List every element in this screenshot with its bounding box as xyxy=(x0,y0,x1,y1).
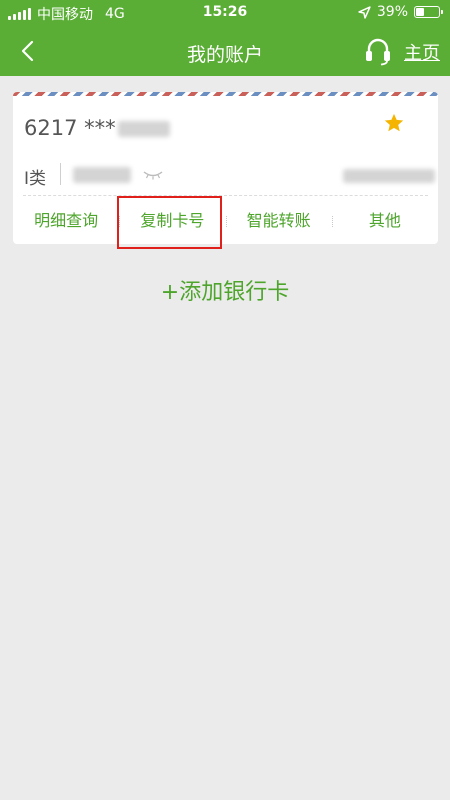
status-bar: 中国移动 4G 15:26 39% xyxy=(0,0,450,26)
add-bank-card-button[interactable]: +添加银行卡 xyxy=(0,274,450,306)
card-actions: 明细查询 复制卡号 智能转账 其他 xyxy=(13,198,438,244)
more-button[interactable]: 其他 xyxy=(331,198,438,244)
battery-percent: 39% xyxy=(376,4,408,20)
card-divider xyxy=(23,195,428,196)
detail-query-button[interactable]: 明细查询 xyxy=(13,198,119,244)
battery-icon xyxy=(414,6,443,18)
branch-masked xyxy=(343,169,435,183)
divider xyxy=(60,163,61,185)
bank-card: 6217 *** I类 明细查询 复制卡号 智能转账 其他 xyxy=(13,92,438,244)
balance-masked xyxy=(73,167,131,183)
smart-transfer-button[interactable]: 智能转账 xyxy=(225,198,332,244)
star-icon[interactable] xyxy=(383,112,405,134)
card-number-masked xyxy=(117,121,170,137)
location-arrow-icon xyxy=(358,5,371,19)
card-number: 6217 *** xyxy=(24,116,170,140)
battery-fill xyxy=(416,8,425,16)
eye-closed-icon[interactable] xyxy=(141,169,165,181)
card-number-prefix: 6217 *** xyxy=(24,116,116,140)
status-right: 39% xyxy=(358,4,443,20)
card-type: I类 xyxy=(24,169,47,189)
nav-bar: 我的账户 主页 xyxy=(0,26,450,76)
home-link[interactable]: 主页 xyxy=(404,39,440,65)
card-airmail-border xyxy=(13,92,438,96)
headset-icon[interactable] xyxy=(364,36,392,66)
highlight-box xyxy=(117,196,222,249)
